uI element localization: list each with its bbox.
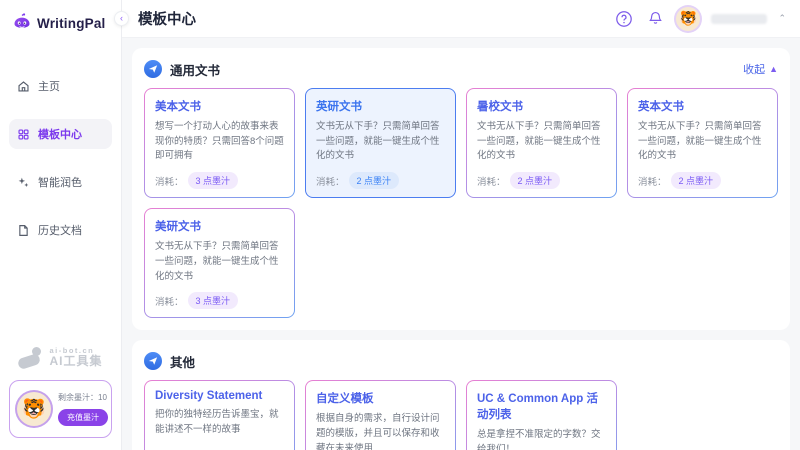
topbar: 模板中心 🐯 ⌃ — [122, 0, 800, 38]
app-logo[interactable]: WritingPal — [0, 0, 121, 43]
template-center-content: 通用文书 收起 ▲ 美本文书想写一个打动人心的故事来表现你的特质？只需回答8个问… — [122, 38, 800, 450]
template-card-grid: 美本文书想写一个打动人心的故事来表现你的特质？只需回答8个问题即可拥有消耗： 3 … — [144, 88, 778, 318]
card-description: 把你的独特经历告诉墨宝，就能讲述不一样的故事 — [155, 408, 284, 437]
home-icon — [17, 80, 30, 93]
main-area: ‹ 模板中心 🐯 ⌃ 通用文书 — [122, 0, 800, 450]
card-description: 根据自身的需求，自行设计问题的模版，并且可以保存和收藏在未来使用 — [316, 412, 445, 450]
template-card[interactable]: UC & Common App 活动列表总是拿捏不准限定的字数？交给我们！消耗：… — [466, 380, 617, 450]
template-card[interactable]: 暑校文书文书无从下手？只需简单回答一些问题，就能一键生成个性化的文书消耗： 2 点… — [466, 88, 617, 198]
user-name-blurred — [711, 14, 767, 24]
sidebar-item-home[interactable]: 主页 — [9, 71, 112, 101]
card-title: 自定义模板 — [316, 390, 445, 406]
sidebar: WritingPal 主页 模板中心 智能润色 历史文档 ai-bo — [0, 0, 122, 450]
cost-label: 消耗： — [316, 174, 345, 188]
user-avatar: 🐯 — [17, 392, 51, 426]
card-title: 英研文书 — [316, 98, 445, 114]
sidebar-item-polish[interactable]: 智能润色 — [9, 167, 112, 197]
card-cost-row: 消耗： 3 点墨汁 — [155, 164, 284, 189]
cost-badge: 3 点墨汁 — [188, 172, 239, 189]
cost-label: 消耗： — [638, 174, 667, 188]
sparkles-icon — [17, 176, 30, 189]
cost-label: 消耗： — [155, 174, 184, 188]
recharge-ink-button[interactable]: 充值墨汁 — [58, 409, 108, 426]
section-general-docs: 通用文书 收起 ▲ 美本文书想写一个打动人心的故事来表现你的特质？只需回答8个问… — [132, 48, 790, 330]
template-card[interactable]: Diversity Statement 把你的独特经历告诉墨宝，就能讲述不一样的故… — [144, 380, 295, 450]
card-description: 文书无从下手？只需简单回答一些问题，就能一键生成个性化的文书 — [477, 120, 606, 164]
card-title: 暑校文书 — [477, 98, 606, 114]
sidebar-item-label: 历史文档 — [38, 222, 82, 238]
section-title: 其他 — [170, 352, 195, 371]
cost-badge: 2 点墨汁 — [510, 172, 561, 189]
sidebar-item-templates[interactable]: 模板中心 — [9, 119, 112, 149]
template-card[interactable]: 英本文书文书无从下手？只需简单回答一些问题，就能一键生成个性化的文书消耗： 2 点… — [627, 88, 778, 198]
watermark-line2: AI工具集 — [49, 355, 102, 368]
sidebar-menu: 主页 模板中心 智能润色 历史文档 — [0, 43, 121, 263]
ink-remaining-label: 剩余墨汁：10 — [58, 392, 107, 403]
user-avatar[interactable]: 🐯 — [676, 7, 700, 31]
collapse-label: 收起 — [743, 61, 765, 77]
card-title: 美研文书 — [155, 218, 284, 234]
template-card[interactable]: 美本文书想写一个打动人心的故事来表现你的特质？只需回答8个问题即可拥有消耗： 3 … — [144, 88, 295, 198]
topbar-actions: 🐯 ⌃ — [614, 7, 786, 31]
sidebar-collapse-button[interactable]: ‹ — [114, 11, 129, 26]
robot-logo-icon — [12, 13, 32, 33]
card-title: UC & Common App 活动列表 — [477, 390, 606, 422]
ink-balance-card: 🐯 剩余墨汁：10 充值墨汁 — [9, 380, 112, 438]
card-cost-row: 消耗： 2 点墨汁 — [316, 164, 445, 189]
sidebar-item-label: 模板中心 — [38, 126, 82, 142]
grid-icon — [17, 128, 30, 141]
card-title: 美本文书 — [155, 98, 284, 114]
card-cost-row: 消耗： 2 点墨汁 — [638, 164, 767, 189]
sidebar-item-label: 主页 — [38, 78, 60, 94]
section-title: 通用文书 — [170, 60, 220, 79]
section-other: 其他 Diversity Statement 把你的独特经历告诉墨宝，就能讲述不一… — [132, 340, 790, 450]
collapse-section-button[interactable]: 收起 ▲ — [743, 61, 778, 77]
app-name: WritingPal — [37, 16, 106, 31]
template-card[interactable]: 英研文书文书无从下手？只需简单回答一些问题，就能一键生成个性化的文书消耗： 2 点… — [305, 88, 456, 198]
sidebar-item-label: 智能润色 — [38, 174, 82, 190]
template-card[interactable]: 美研文书文书无从下手？只需简单回答一些问题，就能一键生成个性化的文书消耗： 3 点… — [144, 208, 295, 318]
send-icon — [144, 60, 162, 78]
card-description: 文书无从下手？只需简单回答一些问题，就能一键生成个性化的文书 — [316, 120, 445, 164]
card-description: 想写一个打动人心的故事来表现你的特质？只需回答8个问题即可拥有 — [155, 120, 284, 164]
cost-label: 消耗： — [155, 294, 184, 308]
section-header: 通用文书 收起 ▲ — [144, 58, 778, 80]
card-description: 文书无从下手？只需简单回答一些问题，就能一键生成个性化的文书 — [155, 240, 284, 284]
template-card[interactable]: 自定义模板根据自身的需求，自行设计问题的模版，并且可以保存和收藏在未来使用消耗：… — [305, 380, 456, 450]
card-title: 英本文书 — [638, 98, 767, 114]
cost-badge: 2 点墨汁 — [671, 172, 722, 189]
card-description: 文书无从下手？只需简单回答一些问题，就能一键生成个性化的文书 — [638, 120, 767, 164]
section-header: 其他 — [144, 350, 778, 372]
card-cost-row: 消耗： 3 点墨汁 — [155, 284, 284, 309]
cost-badge: 3 点墨汁 — [188, 292, 239, 309]
chevron-up-icon: ▲ — [769, 64, 778, 74]
notifications-bell-icon[interactable] — [645, 9, 665, 29]
page-title: 模板中心 — [138, 8, 196, 29]
document-icon — [17, 224, 30, 237]
cost-label: 消耗： — [477, 174, 506, 188]
chevron-up-icon[interactable]: ⌃ — [778, 13, 786, 24]
sidebar-item-history[interactable]: 历史文档 — [9, 215, 112, 245]
cost-badge: 2 点墨汁 — [349, 172, 400, 189]
send-icon — [144, 352, 162, 370]
app-root: WritingPal 主页 模板中心 智能润色 历史文档 ai-bo — [0, 0, 800, 450]
help-icon[interactable] — [614, 9, 634, 29]
card-title: Diversity Statement — [155, 390, 284, 402]
card-description: 总是拿捏不准限定的字数？交给我们！ — [477, 428, 606, 450]
card-cost-row: 消耗： 2 点墨汁 — [477, 164, 606, 189]
watermark-logo-icon — [18, 347, 44, 367]
watermark: ai-bot.cn AI工具集 — [0, 341, 121, 378]
template-card-grid: Diversity Statement 把你的独特经历告诉墨宝，就能讲述不一样的故… — [144, 380, 778, 450]
